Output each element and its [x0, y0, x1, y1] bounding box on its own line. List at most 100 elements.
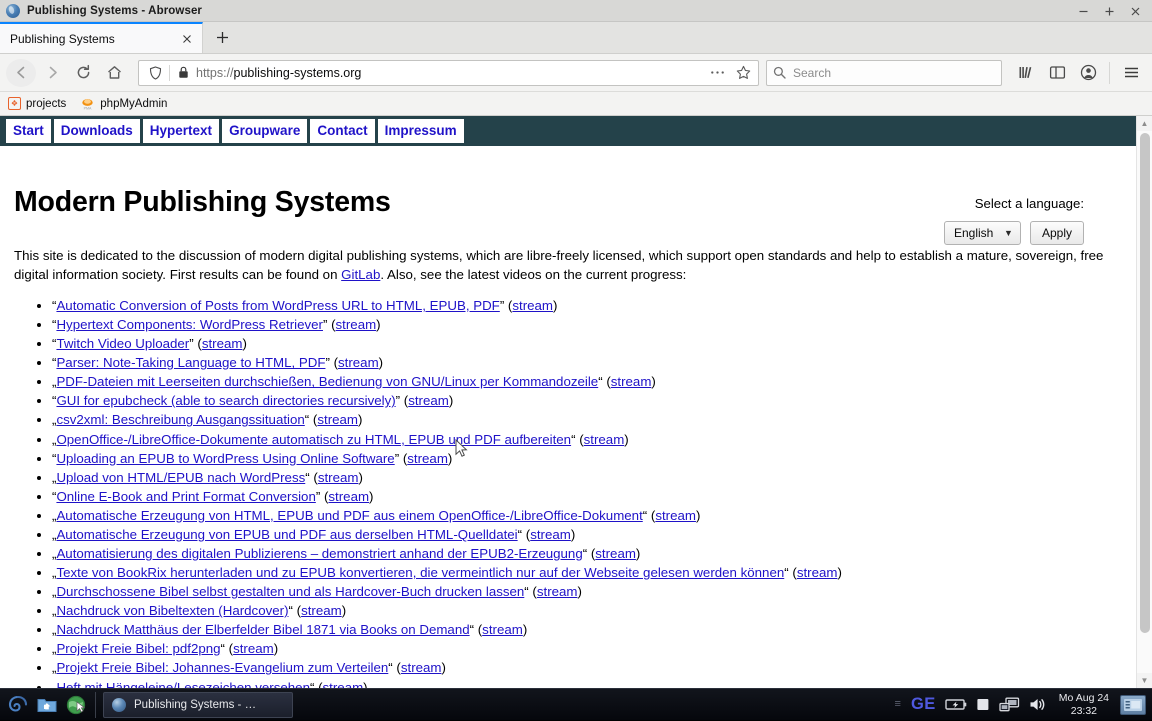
video-title-link[interactable]: Durchschossene Bibel selbst gestalten un… — [56, 584, 524, 599]
stream-link[interactable]: stream — [797, 565, 838, 580]
video-title-link[interactable]: Hypertext Components: WordPress Retrieve… — [56, 317, 323, 332]
close-button[interactable] — [1122, 1, 1148, 21]
stream-link[interactable]: stream — [401, 660, 442, 675]
scroll-down-icon[interactable]: ▼ — [1137, 673, 1152, 688]
video-title-link[interactable]: Uploading an EPUB to WordPress Using Onl… — [56, 451, 394, 466]
site-nav-groupware[interactable]: Groupware — [222, 119, 307, 144]
video-title-link[interactable]: Projekt Freie Bibel: Johannes-Evangelium… — [56, 660, 388, 675]
stream-link[interactable]: stream — [595, 546, 636, 561]
page-actions-icon[interactable] — [704, 61, 730, 85]
bookmark-star-icon[interactable] — [730, 61, 756, 85]
show-desktop-icon[interactable] — [1120, 695, 1146, 715]
address-bar[interactable]: https://publishing-systems.org — [138, 60, 759, 86]
stream-link[interactable]: stream — [512, 298, 553, 313]
video-title-link[interactable]: OpenOffice-/LibreOffice-Dokumente automa… — [56, 432, 571, 447]
square-icon[interactable] — [976, 698, 990, 711]
video-title-link[interactable]: Twitch Video Uploader — [56, 336, 189, 351]
video-list-item: „Upload von HTML/EPUB nach WordPress“ (s… — [52, 468, 1122, 487]
url-text[interactable]: https://publishing-systems.org — [196, 66, 704, 80]
stream-link[interactable]: stream — [530, 527, 571, 542]
search-input[interactable]: Search — [793, 66, 831, 80]
stream-link[interactable]: stream — [328, 489, 369, 504]
bookmark-phpmyadmin[interactable]: PMA phpMyAdmin — [80, 97, 167, 110]
scrollbar-thumb[interactable] — [1140, 133, 1150, 633]
scroll-up-icon[interactable]: ▲ — [1137, 116, 1152, 131]
stream-link[interactable]: stream — [233, 641, 274, 656]
video-title-link[interactable]: Projekt Freie Bibel: pdf2png — [56, 641, 220, 656]
video-title-link[interactable]: Automatische Erzeugung von EPUB und PDF … — [56, 527, 517, 542]
lock-icon[interactable] — [176, 66, 190, 79]
video-title-link[interactable]: Automatisierung des digitalen Publiziere… — [56, 546, 582, 561]
video-title-link[interactable]: Nachdruck von Bibeltexten (Hardcover) — [56, 603, 288, 618]
stream-link[interactable]: stream — [318, 470, 359, 485]
window-controls — [1070, 0, 1148, 22]
account-icon[interactable] — [1073, 59, 1103, 87]
stream-link[interactable]: stream — [338, 355, 379, 370]
reload-button[interactable] — [68, 59, 98, 87]
stream-link[interactable]: stream — [323, 680, 364, 688]
stream-link[interactable]: stream — [482, 622, 523, 637]
stream-link[interactable]: stream — [202, 336, 243, 351]
language-select-wrapper[interactable]: English ▼ — [944, 221, 1021, 245]
stream-link[interactable]: stream — [336, 317, 377, 332]
clock[interactable]: Mo Aug 2423:32 — [1057, 692, 1111, 717]
scrollbar-track[interactable] — [1137, 131, 1152, 673]
site-nav-impressum[interactable]: Impressum — [378, 119, 464, 144]
tab-publishing-systems[interactable]: Publishing Systems — [0, 22, 203, 53]
site-nav-downloads[interactable]: Downloads — [54, 119, 140, 144]
new-tab-button[interactable] — [207, 23, 237, 51]
stream-link[interactable]: stream — [611, 374, 652, 389]
video-title-link[interactable]: Parser: Note-Taking Language to HTML, PD… — [56, 355, 325, 370]
keyboard-layout-indicator[interactable]: GE — [911, 695, 936, 714]
library-icon[interactable] — [1011, 59, 1041, 87]
stream-link[interactable]: stream — [584, 432, 625, 447]
gitlab-link[interactable]: GitLab — [341, 267, 380, 282]
bookmark-projects[interactable]: ❖ projects — [8, 97, 66, 110]
site-nav-contact[interactable]: Contact — [310, 119, 374, 144]
sidebar-icon[interactable] — [1042, 59, 1072, 87]
taskbar-window-label: Publishing Systems - … — [134, 699, 256, 711]
video-title-link[interactable]: Texte von BookRix herunterladen und zu E… — [56, 565, 784, 580]
minimize-button[interactable] — [1070, 1, 1096, 21]
tray-handle-icon[interactable]: ≡ — [895, 699, 902, 710]
web-browser-icon[interactable] — [64, 693, 88, 717]
stream-link[interactable]: stream — [537, 584, 578, 599]
close-icon[interactable] — [178, 30, 196, 48]
video-title-link[interactable]: PDF-Dateien mit Leerseiten durchschießen… — [56, 374, 598, 389]
stream-link[interactable]: stream — [655, 508, 696, 523]
back-button[interactable] — [6, 59, 36, 87]
video-title-link[interactable]: GUI for epubcheck (able to search direct… — [56, 393, 395, 408]
quote-close: “ ( — [310, 680, 323, 688]
trisquel-icon[interactable] — [6, 693, 30, 717]
page-scrollbar[interactable]: ▲ ▼ — [1136, 116, 1152, 688]
home-button[interactable] — [99, 59, 129, 87]
taskbar-window-button[interactable]: Publishing Systems - … — [103, 692, 293, 718]
video-title-link[interactable]: Upload von HTML/EPUB nach WordPress — [56, 470, 305, 485]
video-title-link[interactable]: Automatic Conversion of Posts from WordP… — [56, 298, 499, 313]
site-nav-hypertext[interactable]: Hypertext — [143, 119, 219, 144]
hamburger-menu-icon[interactable] — [1116, 59, 1146, 87]
stream-link[interactable]: stream — [301, 603, 342, 618]
video-title-link[interactable]: Nachdruck Matthäus der Elberfelder Bibel… — [56, 622, 469, 637]
maximize-button[interactable] — [1096, 1, 1122, 21]
language-select[interactable]: English — [944, 221, 1021, 245]
file-manager-icon[interactable] — [35, 693, 59, 717]
volume-icon[interactable] — [1029, 697, 1048, 712]
title-bar: Publishing Systems - Abrowser — [0, 0, 1152, 22]
network-icon[interactable] — [999, 697, 1020, 713]
site-nav-start[interactable]: Start — [6, 119, 51, 144]
video-title-link[interactable]: Online E-Book and Print Format Conversio… — [56, 489, 315, 504]
video-title-link[interactable]: csv2xml: Beschreibung Ausgangssituation — [56, 412, 304, 427]
video-title-link[interactable]: Heft mit Hängeleine/Lesezeichen versehen — [56, 680, 310, 688]
apply-button[interactable]: Apply — [1030, 221, 1084, 245]
forward-button[interactable] — [37, 59, 67, 87]
search-bar[interactable]: Search — [766, 60, 1002, 86]
battery-icon[interactable] — [945, 698, 967, 711]
stream-link[interactable]: stream — [408, 393, 449, 408]
bookmarks-bar: ❖ projects PMA phpMyAdmin — [0, 92, 1152, 116]
video-title-link[interactable]: Automatische Erzeugung von HTML, EPUB un… — [56, 508, 642, 523]
stream-link[interactable]: stream — [407, 451, 448, 466]
stream-link[interactable]: stream — [317, 412, 358, 427]
shield-icon[interactable] — [145, 66, 165, 80]
url-host: publishing-systems.org — [234, 66, 362, 80]
